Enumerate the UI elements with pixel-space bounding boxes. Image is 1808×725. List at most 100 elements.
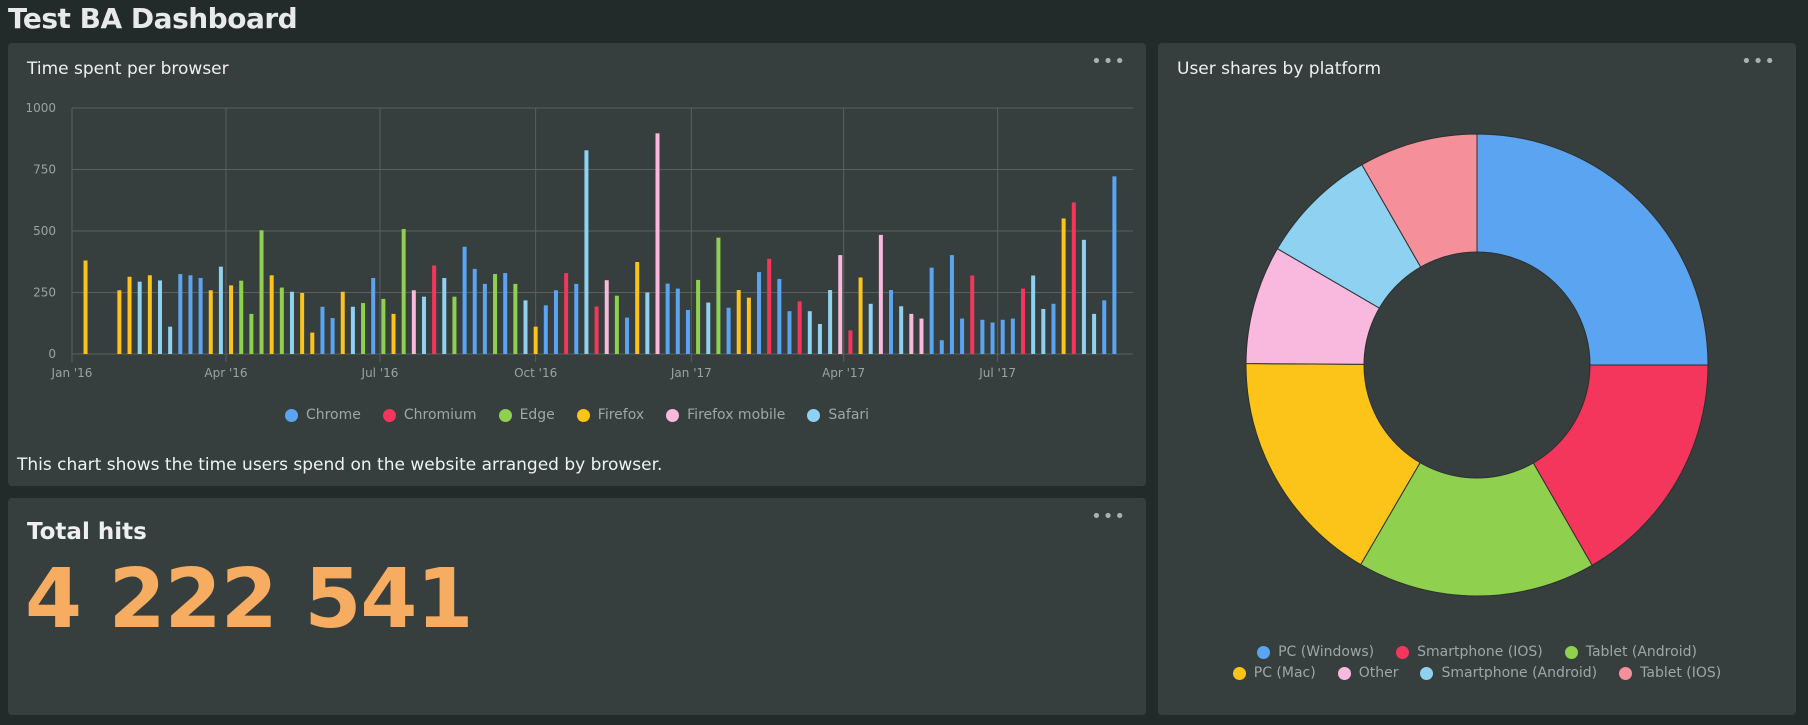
- bar: [1102, 300, 1107, 354]
- bar: [848, 330, 853, 354]
- legend-label: Smartphone (Android): [1441, 665, 1598, 681]
- bar: [990, 322, 995, 354]
- bar: [178, 274, 183, 354]
- legend-item[interactable]: Chrome: [284, 407, 361, 423]
- bar: [239, 280, 244, 354]
- bar: [604, 280, 609, 354]
- legend-item[interactable]: Firefox mobile: [666, 407, 785, 423]
- legend-item[interactable]: Firefox: [576, 407, 645, 423]
- chart-description: This chart shows the time users spend on…: [17, 455, 663, 475]
- legend-item[interactable]: Tablet (Android): [1564, 644, 1697, 660]
- bar: [208, 290, 213, 354]
- bar: [960, 318, 965, 354]
- legend-label: Chromium: [403, 407, 477, 423]
- panel-title: Total hits: [27, 519, 147, 545]
- bar: [1081, 239, 1086, 354]
- chart-legend: Chrome Chromium Edge Firefox Firefox mobile S…: [8, 407, 1146, 423]
- bar: [696, 279, 701, 354]
- bar: [1041, 308, 1046, 354]
- legend-item[interactable]: Other: [1337, 665, 1399, 681]
- bar: [137, 281, 142, 354]
- legend-label: Safari: [828, 407, 870, 423]
- bar: [919, 318, 924, 354]
- total-hits-value: 4 222 541: [25, 552, 473, 647]
- legend-label: Firefox: [597, 407, 645, 423]
- bar: [746, 297, 751, 354]
- bar: [513, 283, 518, 354]
- donut-hole: [1363, 251, 1591, 479]
- bar: [310, 332, 315, 354]
- bar: [777, 278, 782, 354]
- bar: [462, 246, 467, 354]
- bar: [543, 305, 548, 354]
- bar: [198, 277, 203, 354]
- y-tick-label: 0: [48, 347, 56, 361]
- x-tick-label: Jul '16: [361, 366, 399, 380]
- bar: [117, 290, 122, 354]
- donut-chart: [1245, 133, 1709, 597]
- bar: [868, 303, 873, 354]
- bar: [147, 275, 152, 354]
- bar: [574, 283, 579, 354]
- legend-dot-icon: [1420, 666, 1434, 680]
- bar: [665, 283, 670, 354]
- bar: [452, 296, 457, 354]
- legend-item[interactable]: Tablet (IOS): [1619, 665, 1721, 681]
- legend-dot-icon: [1619, 666, 1633, 680]
- x-tick-label: Jan '17: [670, 366, 712, 380]
- x-tick-label: Jul '17: [978, 366, 1016, 380]
- bar-chart: 0 250 500 750 1000 Jan '16 Apr '16 Jul '16 Oct '…: [25, 101, 1133, 380]
- bar: [726, 307, 731, 354]
- bar: [929, 267, 934, 354]
- bar: [1021, 288, 1026, 354]
- bar: [1112, 176, 1117, 354]
- bar: [493, 274, 498, 354]
- legend-item[interactable]: Safari: [807, 407, 869, 423]
- bar: [157, 280, 162, 354]
- bar: [523, 300, 528, 354]
- x-tick-label: Apr '17: [822, 366, 865, 380]
- legend-item[interactable]: Smartphone (IOS): [1396, 644, 1543, 660]
- bar: [472, 268, 477, 354]
- bar: [229, 285, 234, 354]
- bar: [1031, 275, 1036, 354]
- bar: [350, 306, 355, 354]
- x-tick-label: Jan '16: [51, 366, 93, 380]
- bar: [949, 255, 954, 354]
- bar: [482, 283, 487, 354]
- bar: [899, 306, 904, 354]
- legend-label: Other: [1358, 665, 1399, 681]
- y-tick-label: 750: [33, 163, 56, 177]
- bar: [594, 306, 599, 354]
- legend-dot-icon: [498, 408, 512, 422]
- bar: [533, 326, 538, 354]
- legend-item[interactable]: Edge: [498, 407, 555, 423]
- legend-item[interactable]: PC (Windows): [1257, 644, 1374, 660]
- bar: [127, 276, 132, 354]
- bar: [1000, 319, 1005, 354]
- legend-item[interactable]: Smartphone (Android): [1420, 665, 1597, 681]
- legend-dot-icon: [382, 408, 396, 422]
- legend-label: Smartphone (IOS): [1417, 644, 1543, 660]
- bar: [909, 313, 914, 354]
- legend-row: PC (Windows) Smartphone (IOS) Tablet (Andr…: [1158, 644, 1796, 660]
- bar: [289, 291, 294, 354]
- bar: [1010, 318, 1015, 354]
- bar: [553, 290, 558, 354]
- bar: [655, 133, 660, 354]
- bar: [218, 266, 223, 354]
- y-tick-label: 500: [33, 224, 56, 238]
- legend-item[interactable]: PC (Mac): [1232, 665, 1316, 681]
- bar: [1092, 313, 1097, 354]
- bar: [807, 311, 812, 354]
- more-options-button[interactable]: •••: [1091, 508, 1126, 526]
- platform-panel: User shares by platform ••• PC (Windows)…: [1158, 43, 1796, 715]
- bar: [432, 265, 437, 354]
- legend-dot-icon: [1337, 666, 1351, 680]
- legend-label: PC (Mac): [1253, 665, 1316, 681]
- legend-item[interactable]: Chromium: [382, 407, 477, 423]
- bar: [980, 319, 985, 354]
- bar: [168, 326, 173, 354]
- legend-dot-icon: [1396, 645, 1410, 659]
- legend-dot-icon: [284, 408, 298, 422]
